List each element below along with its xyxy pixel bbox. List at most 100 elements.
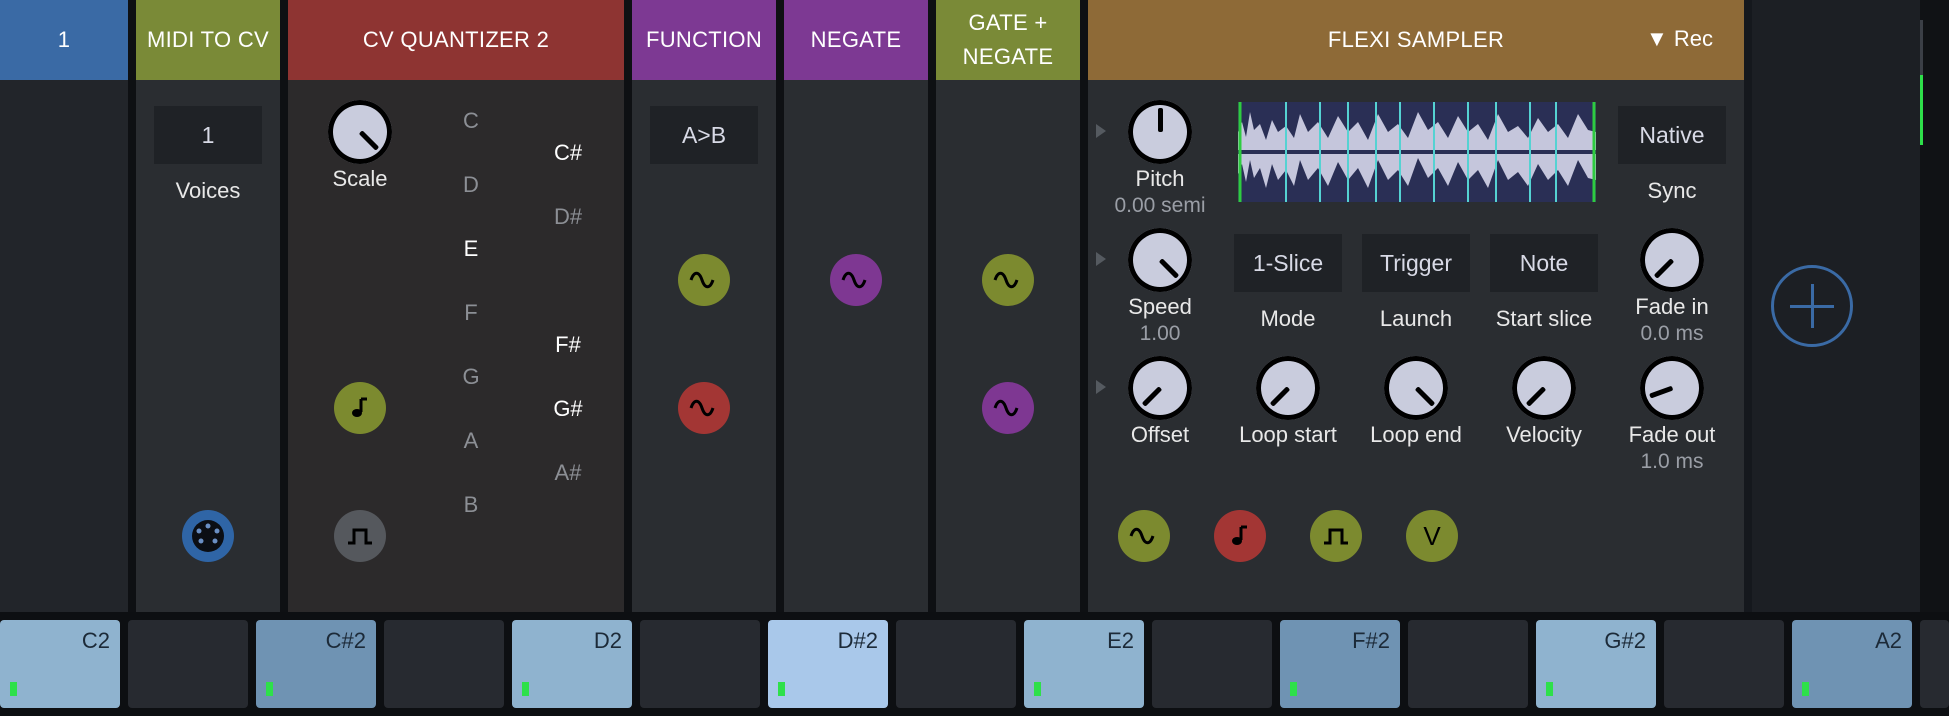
sine-port-icon[interactable]	[1118, 510, 1170, 562]
note-b[interactable]: B	[451, 492, 491, 518]
launch-field[interactable]: Trigger	[1362, 234, 1470, 292]
midi-in-port-icon[interactable]	[182, 510, 234, 562]
sine-in-port-icon[interactable]	[678, 254, 730, 306]
key-black[interactable]	[1408, 620, 1528, 708]
voices-field[interactable]: 1	[154, 106, 262, 164]
key-e2[interactable]: E2	[1024, 620, 1144, 708]
note-f-sharp[interactable]: F#	[548, 332, 588, 358]
divider	[280, 0, 288, 612]
fade-in-value: 0.0 ms	[1640, 322, 1704, 345]
note-c[interactable]: C	[451, 108, 491, 134]
fade-in-knob[interactable]	[1640, 228, 1704, 292]
key-f-sharp-2[interactable]: F#2	[1280, 620, 1400, 708]
module-title: CV QUANTIZER 2	[362, 27, 550, 52]
note-c-sharp[interactable]: C#	[548, 140, 588, 166]
sync-field[interactable]: Native	[1618, 106, 1726, 164]
speed-knob[interactable]	[1128, 228, 1192, 292]
key-c-sharp-2[interactable]: C#2	[256, 620, 376, 708]
key-a2[interactable]: A2	[1792, 620, 1912, 708]
key-d-sharp-2[interactable]: D#2	[768, 620, 888, 708]
sine-port-icon[interactable]	[830, 254, 882, 306]
gate-port-icon[interactable]	[1310, 510, 1362, 562]
note-a-sharp[interactable]: A#	[548, 460, 588, 486]
loop-start-knob[interactable]	[1256, 356, 1320, 420]
note-g[interactable]: G	[451, 364, 491, 390]
expand-row-1-icon[interactable]	[1096, 124, 1106, 138]
start-slice-value: Note	[1519, 249, 1569, 276]
note-d[interactable]: D	[451, 172, 491, 198]
pitch-value: 0.00 semi	[1114, 194, 1206, 217]
start-slice-label: Start slice	[1495, 306, 1593, 331]
negate-header[interactable]: NEGATE	[784, 0, 928, 80]
track-number: 1	[57, 27, 71, 52]
key-c2[interactable]: C2	[0, 620, 120, 708]
flexi-sampler-module: FLEXI SAMPLER ▼ Rec Pitch 0.00 semi Nati…	[1088, 0, 1744, 612]
fade-out-label: Fade out	[1628, 422, 1716, 447]
rec-button[interactable]: ▼ Rec	[1646, 26, 1713, 52]
cv-quantizer-module: CV QUANTIZER 2 Scale C D E F G A B C# D#…	[288, 0, 624, 612]
function-module: FUNCTION A>B	[632, 0, 776, 612]
mode-field[interactable]: 1-Slice	[1234, 234, 1342, 292]
key-black[interactable]	[384, 620, 504, 708]
key-black[interactable]	[896, 620, 1016, 708]
expand-row-2-icon[interactable]	[1096, 252, 1106, 266]
function-mode-field[interactable]: A>B	[650, 106, 758, 164]
key-g-sharp-2[interactable]: G#2	[1536, 620, 1656, 708]
voices-value: 1	[201, 121, 215, 148]
key-led	[1546, 682, 1553, 696]
right-edge-panel	[1920, 0, 1949, 612]
expand-row-3-icon[interactable]	[1096, 380, 1106, 394]
divider	[624, 0, 632, 612]
key-led	[522, 682, 529, 696]
offset-knob[interactable]	[1128, 356, 1192, 420]
divider	[128, 0, 136, 612]
note-f[interactable]: F	[451, 300, 491, 326]
speed-label: Speed	[1128, 294, 1192, 319]
pitch-port-icon[interactable]	[1214, 510, 1266, 562]
key-led	[1802, 682, 1809, 696]
note-g-sharp[interactable]: G#	[548, 396, 588, 422]
gate-negate-module: GATE + NEGATE	[936, 0, 1080, 612]
pitch-in-port-icon[interactable]	[334, 382, 386, 434]
gate-in-port-icon[interactable]	[334, 510, 386, 562]
scale-knob[interactable]	[328, 100, 392, 164]
note-a[interactable]: A	[451, 428, 491, 454]
note-d-sharp[interactable]: D#	[548, 204, 588, 230]
key-black[interactable]	[1152, 620, 1272, 708]
start-slice-field[interactable]: Note	[1490, 234, 1598, 292]
key-black[interactable]	[1664, 620, 1784, 708]
key-black[interactable]	[128, 620, 248, 708]
pitch-knob[interactable]	[1128, 100, 1192, 164]
waveform-display[interactable]	[1238, 102, 1596, 202]
key-led	[1034, 682, 1041, 696]
loop-end-knob[interactable]	[1384, 356, 1448, 420]
velocity-port-icon[interactable]: V	[1406, 510, 1458, 562]
sine-out-port-icon[interactable]	[982, 382, 1034, 434]
midi-to-cv-header[interactable]: MIDI TO CV	[136, 0, 280, 80]
module-title: MIDI TO CV	[147, 27, 269, 52]
cv-quantizer-header[interactable]: CV QUANTIZER 2	[288, 0, 624, 80]
velocity-knob[interactable]	[1512, 356, 1576, 420]
module-title-line2: NEGATE	[962, 44, 1054, 69]
speed-value: 1.00	[1139, 322, 1181, 345]
key-d2[interactable]: D2	[512, 620, 632, 708]
add-module-button[interactable]	[1771, 265, 1853, 347]
gate-negate-header[interactable]: GATE + NEGATE	[936, 0, 1080, 80]
mode-value: 1-Slice	[1252, 249, 1324, 276]
key-led	[10, 682, 17, 696]
track-header[interactable]: 1	[0, 0, 128, 80]
loop-end-label: Loop end	[1370, 422, 1462, 447]
voices-label: Voices	[175, 178, 241, 203]
mode-label: Mode	[1260, 306, 1316, 331]
key-black[interactable]	[640, 620, 760, 708]
note-e[interactable]: E	[451, 236, 491, 262]
function-header[interactable]: FUNCTION	[632, 0, 776, 80]
sine-in-port-icon[interactable]	[982, 254, 1034, 306]
function-mode-value: A>B	[681, 121, 727, 148]
key-led	[1290, 682, 1297, 696]
module-title: FLEXI SAMPLER	[1327, 27, 1505, 52]
key-black[interactable]	[1920, 620, 1949, 708]
fade-out-knob[interactable]	[1640, 356, 1704, 420]
sine-out-port-icon[interactable]	[678, 382, 730, 434]
offset-label: Offset	[1130, 422, 1190, 447]
